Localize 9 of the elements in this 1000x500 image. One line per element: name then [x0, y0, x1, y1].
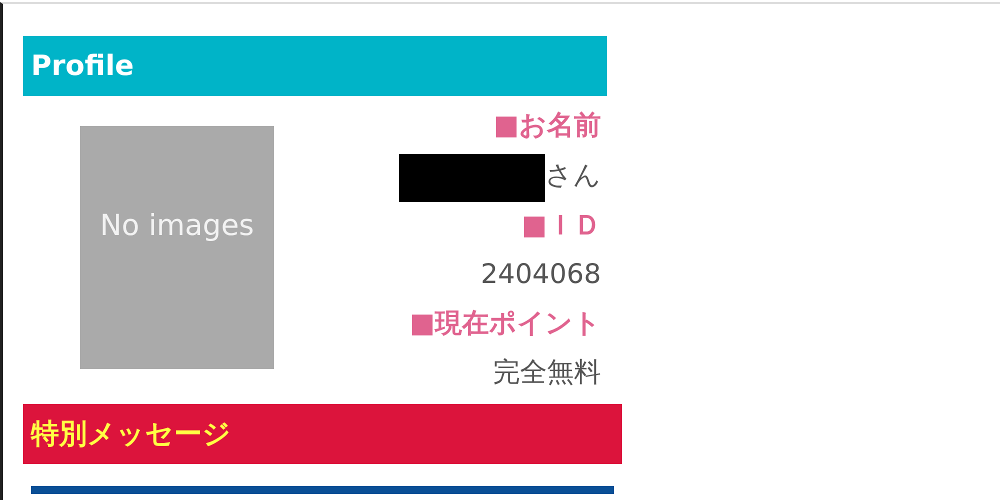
field-value: 2404068 — [480, 258, 601, 292]
field-label: ■現在ポイント — [409, 307, 601, 341]
section-header: 特別メッセージ — [23, 404, 622, 464]
field-label: ■ＩＤ — [521, 209, 601, 243]
field-value: さん — [545, 159, 601, 193]
section-header: Profile — [23, 36, 607, 96]
placeholder-text: No images — [100, 207, 254, 244]
field-value: 完全無料 — [493, 356, 601, 390]
field-label: ■お名前 — [493, 109, 601, 143]
